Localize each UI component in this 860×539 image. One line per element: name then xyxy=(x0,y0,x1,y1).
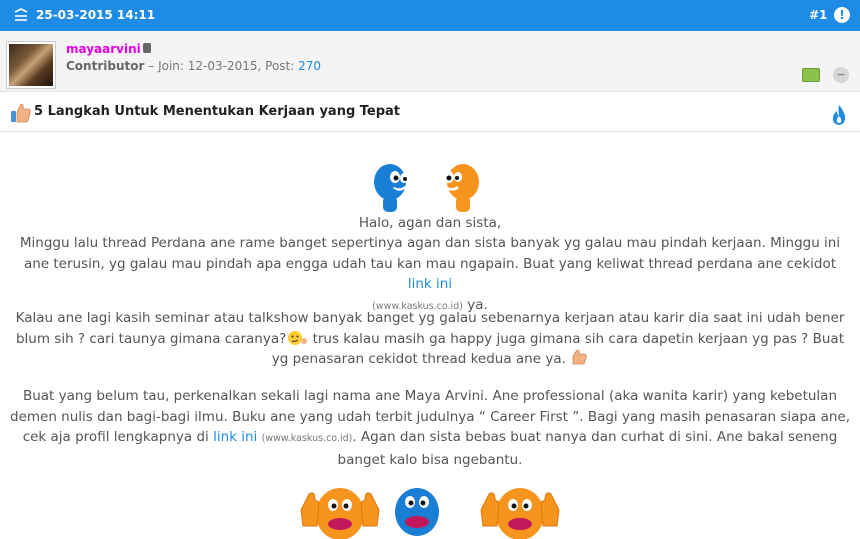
post-number-link[interactable]: #1 xyxy=(809,8,827,22)
alert-icon[interactable]: ! xyxy=(834,7,850,23)
user-info-bar: mayaarvini Contributor – Join: 12-03-201… xyxy=(0,31,860,92)
link-source-2: (www.kaskus.co.id) xyxy=(261,433,353,444)
orange-thumbs-emoticon-2-icon xyxy=(480,488,560,539)
paragraph-3: Buat yang belum tau, perkenalkan sekali … xyxy=(10,386,850,470)
post-date: 25-03-2015 14:11 xyxy=(36,8,156,22)
post-header-bar: 25-03-2015 14:11 #1 ! xyxy=(0,0,860,31)
profile-link[interactable]: link ini xyxy=(213,429,257,445)
avatar[interactable] xyxy=(6,41,56,89)
thinking-emoticon-icon xyxy=(288,330,308,345)
greeting-text: Halo, agan dan sista, xyxy=(358,215,502,231)
post-count-link[interactable]: 270 xyxy=(298,59,321,73)
paragraph-1-text: Minggu lalu thread Perdana ane rame bang… xyxy=(19,235,841,272)
thread-perdana-link[interactable]: link ini xyxy=(408,276,452,292)
paragraph-2-end: trus kalau masih ga happy juga gimana si… xyxy=(271,330,845,368)
thumbs-up-emoticon-icon xyxy=(572,349,587,365)
user-role: Contributor xyxy=(66,59,145,73)
orange-emoticon-icon xyxy=(444,164,479,212)
orange-thumbs-emoticon-icon xyxy=(300,488,380,539)
frown-icon[interactable]: − xyxy=(833,67,849,83)
paragraph-3-end: . Agan dan sista bebas buat nanya dan cu… xyxy=(337,429,838,468)
join-date: 12-03-2015 xyxy=(187,59,258,73)
paragraph-2: Kalau ane lagi kasih seminar atau talksh… xyxy=(10,308,850,370)
post-content: Halo, agan dan sista, Minggu lalu thread… xyxy=(0,133,860,539)
header-lines-icon xyxy=(14,8,28,21)
blue-emoticon-icon xyxy=(374,164,408,212)
status-phone-icon xyxy=(143,43,151,53)
thread-title-bar: 5 Langkah Untuk Menentukan Kerjaan yang … xyxy=(0,92,860,132)
join-label: Join: xyxy=(158,59,184,73)
thumbs-up-icon xyxy=(11,103,31,123)
paragraph-1: Minggu lalu thread Perdana ane rame bang… xyxy=(10,233,850,317)
flame-icon xyxy=(832,105,846,125)
thread-title: 5 Langkah Untuk Menentukan Kerjaan yang … xyxy=(34,104,401,119)
user-meta: Contributor – Join: 12-03-2015, Post: 27… xyxy=(66,59,322,73)
car-icon[interactable] xyxy=(802,68,820,82)
blue-cheering-emoticon-icon xyxy=(395,488,439,536)
post-label: Post: xyxy=(265,59,295,73)
username-link[interactable]: mayaarvini xyxy=(66,42,141,56)
